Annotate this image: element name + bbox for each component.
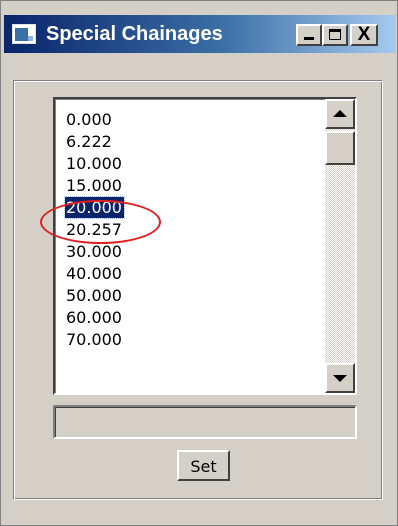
scroll-down-button[interactable] [325, 363, 355, 393]
list-item[interactable]: 30.000 [63, 241, 319, 263]
list-item[interactable]: 20.000 [63, 196, 319, 219]
list-item[interactable]: 10.000 [63, 153, 319, 175]
list-item[interactable]: 0.000 [63, 109, 319, 131]
arrow-down-icon [333, 375, 347, 382]
title-bar[interactable]: Special Chainages X [4, 15, 396, 53]
window-title: Special Chainages [46, 23, 223, 45]
chainage-list[interactable]: 0.000 6.222 10.000 15.000 20.000 20.257 30.000… [53, 97, 357, 395]
list-item-label: 50.000 [66, 286, 122, 305]
list-item-label: 6.222 [66, 132, 112, 151]
list-item-label: 70.000 [66, 330, 122, 349]
list-item-label: 20.000 [64, 196, 125, 219]
list-item[interactable]: 60.000 [63, 307, 319, 329]
arrow-up-icon [333, 110, 347, 117]
chainage-list-items: 0.000 6.222 10.000 15.000 20.000 20.257 30.000… [63, 109, 319, 351]
list-item-label: 30.000 [66, 242, 122, 261]
vertical-scrollbar[interactable] [325, 99, 355, 393]
list-item-label: 0.000 [66, 110, 112, 129]
list-item[interactable]: 15.000 [63, 175, 319, 197]
maximize-button[interactable] [322, 24, 348, 46]
list-item-label: 40.000 [66, 264, 122, 283]
minimize-button[interactable] [296, 24, 322, 46]
list-item[interactable]: 40.000 [63, 263, 319, 285]
list-item[interactable]: 20.257 [63, 219, 319, 241]
list-item-label: 20.257 [66, 220, 122, 239]
set-button[interactable]: Set [177, 450, 230, 481]
close-button[interactable]: X [350, 24, 378, 46]
app-window-icon[interactable] [12, 24, 36, 44]
close-icon: X [357, 24, 371, 45]
list-item-label: 60.000 [66, 308, 122, 327]
list-item[interactable]: 70.000 [63, 329, 319, 351]
minimize-icon [304, 37, 314, 40]
scrollbar-thumb[interactable] [325, 131, 355, 165]
maximize-icon [329, 29, 341, 40]
list-item[interactable]: 6.222 [63, 131, 319, 153]
chainage-text-field[interactable] [53, 405, 357, 439]
list-item-label: 10.000 [66, 154, 122, 173]
scroll-up-button[interactable] [325, 99, 355, 129]
list-item-label: 15.000 [66, 176, 122, 195]
list-item[interactable]: 50.000 [63, 285, 319, 307]
